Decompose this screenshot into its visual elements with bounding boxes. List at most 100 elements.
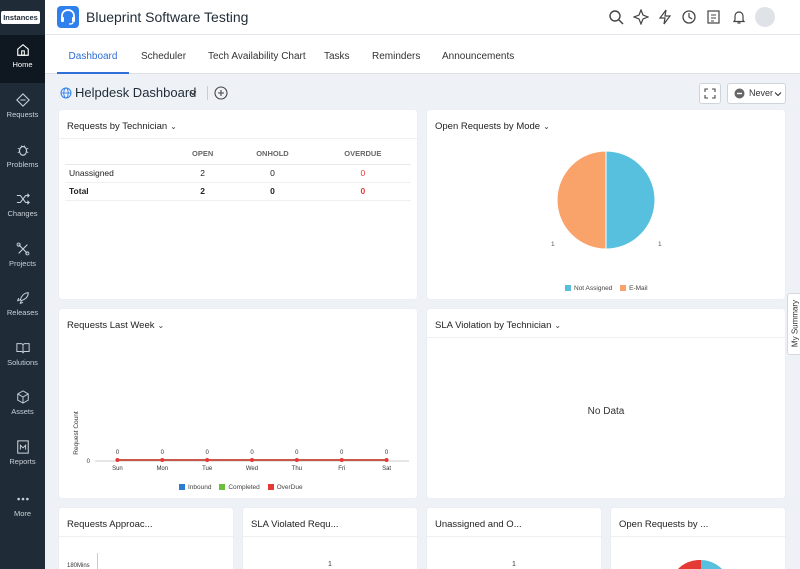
sidebar: Instances Home Requests Problems Changes… <box>0 0 45 569</box>
sidebar-item-reports[interactable]: Reports <box>0 432 45 480</box>
sidebar-item-assets[interactable]: Assets <box>0 382 45 430</box>
legend-swatch <box>620 285 627 291</box>
book-icon <box>15 343 30 354</box>
data-point[interactable] <box>160 458 165 462</box>
history-icon[interactable] <box>681 9 697 25</box>
sidebar-item-problems[interactable]: Problems <box>0 135 45 183</box>
app-title: Blueprint Software Testing <box>86 9 249 25</box>
data-point[interactable] <box>384 458 389 462</box>
widget-open-requests-by: Open Requests by ... <box>611 508 785 569</box>
notes-icon[interactable] <box>706 9 722 25</box>
technician-table: OPEN ONHOLD OVERDUE Unassigned 2 0 0 Tot… <box>65 144 411 201</box>
widget-title[interactable]: Open Requests by Mode ⌄ <box>435 121 550 132</box>
widget-title[interactable]: Requests Last Week ⌄ <box>67 320 164 331</box>
x-tick-label: Thu <box>292 466 302 472</box>
top-header: Blueprint Software Testing <box>45 0 800 35</box>
rocket-icon <box>16 292 29 305</box>
sidebar-item-releases[interactable]: Releases <box>0 283 45 331</box>
sidebar-item-label: Requests <box>6 110 39 119</box>
widget-title[interactable]: SLA Violation by Technician ⌄ <box>435 320 561 331</box>
no-data-message: No Data <box>587 406 625 417</box>
data-point[interactable] <box>250 458 254 462</box>
data-label: 0 <box>385 450 389 456</box>
tab-tasks[interactable]: Tasks <box>324 35 350 74</box>
widget-unassigned-and-open: Unassigned and O... 1 <box>427 508 601 569</box>
shuffle-icon <box>16 193 30 205</box>
column-header-open: OPEN <box>175 144 231 165</box>
more-icon <box>16 497 29 501</box>
my-summary-tab[interactable]: My Summary <box>787 293 800 355</box>
legend-label[interactable]: OverDue <box>277 484 303 491</box>
legend-label[interactable]: E-Mail <box>629 285 647 292</box>
widget-title[interactable]: SLA Violated Requ... <box>251 519 339 530</box>
sidebar-item-more[interactable]: More <box>0 484 45 532</box>
instances-button[interactable]: Instances <box>1 11 40 24</box>
user-avatar[interactable] <box>755 7 775 27</box>
sidebar-item-label: More <box>13 509 32 518</box>
data-point[interactable] <box>294 458 299 462</box>
sidebar-item-label: Releases <box>6 308 39 317</box>
chevron-down-icon: ⌄ <box>543 122 550 131</box>
bell-icon[interactable] <box>731 9 747 25</box>
sidebar-item-label: Home <box>12 60 33 69</box>
data-label: 1 <box>512 561 516 568</box>
legend-swatch <box>179 484 185 490</box>
fullscreen-button[interactable] <box>699 83 721 104</box>
chevron-down-icon[interactable] <box>188 88 198 98</box>
widget-title[interactable]: Requests Approac... <box>67 519 153 530</box>
refresh-interval-value: Never <box>749 88 774 98</box>
refresh-interval-dropdown[interactable]: Never <box>727 83 786 104</box>
refresh-off-icon <box>734 88 745 99</box>
tab-scheduler[interactable]: Scheduler <box>141 35 186 74</box>
widget-title[interactable]: Requests by Technician ⌄ <box>67 121 177 132</box>
pie-slice[interactable] <box>605 150 656 250</box>
pie-slice <box>678 560 701 569</box>
sidebar-item-label: Projects <box>8 259 37 268</box>
sidebar-item-label: Solutions <box>7 358 38 367</box>
legend-swatch <box>565 285 571 291</box>
sidebar-item-changes[interactable]: Changes <box>0 184 45 232</box>
tab-reminders[interactable]: Reminders <box>372 35 420 74</box>
tab-announcements[interactable]: Announcements <box>442 35 514 74</box>
tab-bar: Dashboard Scheduler Tech Availability Ch… <box>45 35 800 74</box>
sidebar-item-projects[interactable]: Projects <box>0 234 45 282</box>
data-label: 0 <box>116 450 120 456</box>
column-header-onhold: ONHOLD <box>230 144 315 165</box>
cube-icon <box>16 390 29 404</box>
legend-label[interactable]: Inbound <box>188 484 212 491</box>
legend-swatch <box>219 484 226 490</box>
widget-open-requests-by-mode: Open Requests by Mode ⌄ 1 1 Not Assigned … <box>427 110 785 299</box>
requests-icon <box>15 93 30 107</box>
data-point[interactable] <box>339 458 344 462</box>
add-dashboard-icon[interactable] <box>214 86 228 100</box>
legend-label[interactable]: Not Assigned <box>574 285 612 292</box>
line-chart: Request Count 0 0 0 0 0 0 0 0 Sun Mon Tue Wed Thu Fr… <box>73 411 409 472</box>
legend-label[interactable]: Completed <box>228 484 259 491</box>
pie-data-label-right: 1 <box>658 241 662 248</box>
tab-tech-availability-chart[interactable]: Tech Availability Chart <box>208 35 306 74</box>
tab-dashboard[interactable]: Dashboard <box>57 35 129 74</box>
bug-icon <box>17 145 28 156</box>
column-header-overdue: OVERDUE <box>314 144 411 165</box>
widget-title[interactable]: Open Requests by ... <box>619 519 708 530</box>
sidebar-item-home[interactable]: Home <box>0 35 45 83</box>
y-tick-label: 180Mins <box>67 563 90 569</box>
lightning-icon[interactable] <box>657 9 673 25</box>
ai-sparkle-icon[interactable] <box>633 9 649 25</box>
sidebar-item-label: Changes <box>7 209 38 218</box>
table-row-total: Total 2 0 0 <box>65 182 411 201</box>
search-icon[interactable] <box>608 9 624 25</box>
sidebar-item-requests[interactable]: Requests <box>0 85 45 133</box>
data-point[interactable] <box>115 458 120 462</box>
divider <box>207 86 208 100</box>
widget-title[interactable]: Unassigned and O... <box>435 519 522 530</box>
dashboard-title[interactable]: Helpdesk Dashboard <box>75 85 196 100</box>
data-point[interactable] <box>205 458 210 462</box>
pie-legend: Not Assigned E-Mail <box>565 285 648 292</box>
y-axis-label: Request Count <box>73 411 80 455</box>
sidebar-item-solutions[interactable]: Solutions <box>0 333 45 381</box>
chevron-down-icon: ⌄ <box>554 321 562 330</box>
pie-slice[interactable] <box>556 150 607 250</box>
globe-icon <box>60 87 72 99</box>
table-row[interactable]: Unassigned 2 0 0 <box>65 164 411 183</box>
